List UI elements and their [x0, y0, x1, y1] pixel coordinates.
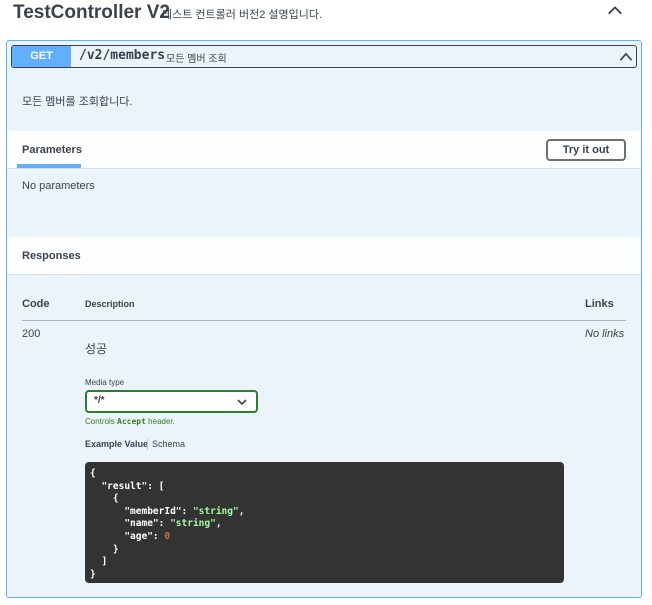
- operation-summary[interactable]: GET /v2/members 모든 멤버 조회: [11, 45, 637, 68]
- controls-prefix: Controls: [85, 417, 115, 426]
- code-line: {: [90, 468, 96, 479]
- media-type-label: Media type: [85, 378, 125, 387]
- parameters-tab[interactable]: Parameters: [22, 144, 82, 156]
- controls-accept-note: Controls Accept header.: [85, 417, 175, 426]
- tab-separator: [147, 439, 148, 450]
- operation-path: /v2/members: [79, 48, 166, 63]
- tag-description: 테스트 컨트롤러 버전2 설명입니다.: [162, 9, 323, 21]
- chevron-up-icon[interactable]: [606, 2, 624, 20]
- code-line: {: [90, 493, 119, 505]
- code-line: "result": [: [90, 480, 165, 492]
- try-it-out-button[interactable]: Try it out: [546, 139, 626, 161]
- tab-schema[interactable]: Schema: [152, 439, 185, 449]
- operation-description: 모든 멤버를 조회합니다.: [22, 96, 133, 108]
- method-badge: GET: [12, 46, 71, 67]
- code-line: "memberId": "string",: [90, 505, 245, 517]
- code-line: }: [90, 568, 96, 580]
- tag-title: TestController V2: [13, 2, 170, 23]
- response-code: 200: [22, 328, 41, 340]
- example-code-block[interactable]: { "result": [ { "memberId": "string", "n…: [85, 462, 564, 583]
- column-header-links: Links: [585, 298, 614, 310]
- parameters-header: Parameters Try it out: [7, 131, 641, 169]
- no-parameters-text: No parameters: [22, 180, 95, 192]
- code-line: "age": 0: [90, 530, 171, 542]
- code-line: }: [90, 543, 119, 555]
- responses-header: Responses: [7, 237, 641, 275]
- tag-header[interactable]: TestController V2 테스트 컨트롤러 버전2 설명입니다.: [0, 0, 652, 26]
- response-links: No links: [585, 328, 625, 340]
- media-type-value: */*: [94, 395, 105, 406]
- responses-title: Responses: [22, 250, 81, 262]
- response-description: 성공: [85, 342, 108, 356]
- chevron-down-icon: [237, 399, 247, 406]
- media-type-select[interactable]: */*: [85, 390, 258, 413]
- tab-active-indicator: [17, 164, 81, 168]
- tab-example-value[interactable]: Example Value: [85, 439, 148, 449]
- operation-block: GET /v2/members 모든 멤버 조회 모든 멤버를 조회합니다. P…: [6, 40, 642, 598]
- column-header-description: Description: [85, 299, 135, 309]
- code-line: ]: [90, 556, 108, 568]
- column-header-code: Code: [22, 298, 50, 310]
- operation-summary-text: 모든 멤버 조회: [166, 54, 227, 65]
- table-divider: [22, 320, 626, 321]
- controls-accept-code: Accept: [117, 417, 146, 426]
- code-line: "name": "string",: [90, 518, 222, 530]
- chevron-up-icon[interactable]: [618, 49, 634, 65]
- controls-suffix: header.: [148, 417, 175, 426]
